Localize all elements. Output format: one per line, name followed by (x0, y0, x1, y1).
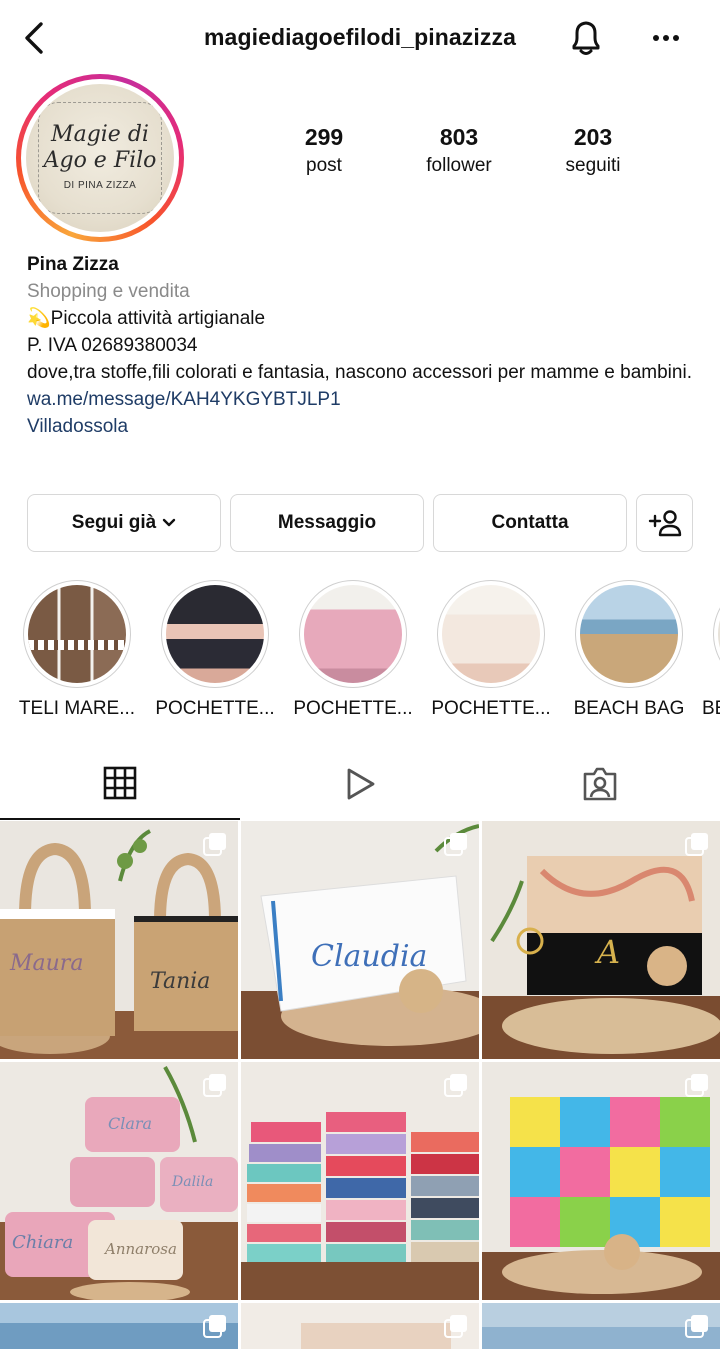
highlight-label: TELI MARE... (18, 698, 136, 719)
profile-tabs (0, 748, 720, 820)
message-button-label: Messaggio (277, 512, 377, 533)
post-thumbnail[interactable]: Claudia (241, 821, 479, 1059)
message-button[interactable]: Messaggio (230, 494, 424, 552)
stat-following[interactable]: 203 seguiti (528, 124, 658, 177)
bio-location[interactable]: Villadossola (27, 413, 707, 440)
contact-button[interactable]: Contatta (433, 494, 627, 552)
multiple-photos-icon (444, 1315, 467, 1338)
highlight-cover (580, 585, 678, 683)
profile-bio: Pina Zizza Shopping e vendita 💫Piccola a… (27, 251, 707, 440)
following-button-label: Segui già (71, 512, 157, 533)
stat-following-count: 203 (573, 124, 613, 150)
bio-line-1: 💫Piccola attività artigianale (27, 308, 266, 329)
highlight-label: BE (702, 698, 720, 719)
tab-grid[interactable] (0, 748, 240, 820)
post-caption-text: Maura (10, 951, 84, 976)
highlight-item[interactable]: POCHETTE... (283, 580, 423, 720)
highlight-item[interactable]: POCHETTE... (421, 580, 561, 720)
multiple-photos-icon (444, 1074, 467, 1097)
highlight-cover (166, 585, 264, 683)
post-caption-text: Annarosa (105, 1240, 177, 1258)
multiple-photos-icon (203, 1074, 226, 1097)
post-caption-text: Chiara (12, 1232, 74, 1253)
more-horizontal-icon (653, 35, 679, 41)
profile-category: Shopping e vendita (27, 281, 190, 302)
add-person-icon (648, 510, 681, 537)
top-bar: magiediagoefilodi_pinazizza (0, 0, 720, 78)
tab-tagged[interactable] (480, 748, 720, 820)
highlight-label: POCHETTE... (431, 698, 551, 719)
stat-posts-count: 299 (304, 124, 344, 150)
post-thumbnail[interactable]: A (482, 821, 720, 1059)
stat-posts-label: post (306, 155, 342, 176)
highlight-item[interactable]: BEACH BAG (559, 580, 699, 720)
highlight-ring (713, 580, 720, 688)
post-thumbnail[interactable] (482, 1062, 720, 1300)
post-caption-text: A (597, 933, 621, 971)
post-thumbnail[interactable] (0, 1303, 238, 1349)
multiple-photos-icon (685, 1074, 708, 1097)
stat-followers-count: 803 (439, 124, 479, 150)
stat-posts[interactable]: 299 post (259, 124, 389, 177)
highlight-cover (442, 585, 540, 683)
post-thumbnail[interactable]: Maura Tania (0, 821, 238, 1059)
bio-line-2: P. IVA 02689380034 (27, 335, 198, 356)
contact-button-label: Contatta (491, 512, 569, 533)
grid-icon (103, 766, 137, 800)
post-caption-text: Clara (108, 1114, 153, 1133)
multiple-photos-icon (203, 1315, 226, 1338)
suggested-people-button[interactable] (636, 494, 693, 552)
play-icon (347, 768, 375, 800)
following-button[interactable]: Segui già (27, 494, 221, 552)
post-thumbnail[interactable] (241, 1062, 479, 1300)
tab-reels[interactable] (240, 748, 480, 820)
post-caption-text: Claudia (311, 939, 428, 974)
highlight-ring (299, 580, 407, 688)
highlight-cover (28, 585, 126, 683)
bell-icon (572, 21, 600, 55)
multiple-photos-icon (203, 833, 226, 856)
post-thumbnail[interactable]: Clara Chiara Annarosa Dalila (0, 1062, 238, 1300)
post-caption-text: Dalila (172, 1174, 214, 1190)
multiple-photos-icon (685, 1315, 708, 1338)
highlight-item[interactable]: POCHETTE... (145, 580, 285, 720)
profile-stats: 299 post 803 follower 203 seguiti (0, 124, 720, 184)
profile-username: magiediagoefilodi_pinazizza (204, 24, 516, 50)
notifications-button[interactable] (564, 16, 608, 60)
multiple-photos-icon (444, 833, 467, 856)
highlight-item[interactable]: BE (697, 580, 720, 720)
post-caption-text: Tania (150, 969, 211, 994)
highlight-ring (161, 580, 269, 688)
highlight-label: POCHETTE... (293, 698, 413, 719)
story-highlights: TELI MARE... POCHETTE... POCHETTE... POC… (0, 580, 720, 725)
stat-followers-label: follower (426, 155, 492, 176)
highlight-label: BEACH BAG (573, 698, 685, 719)
highlight-ring (575, 580, 683, 688)
highlight-ring (23, 580, 131, 688)
tagged-person-icon (583, 767, 617, 801)
multiple-photos-icon (685, 833, 708, 856)
profile-name: Pina Zizza (27, 254, 119, 275)
chevron-down-icon (163, 518, 176, 527)
stat-following-label: seguiti (565, 155, 621, 176)
bio-link[interactable]: wa.me/message/KAH4YKGYBTJLP1 (27, 386, 707, 413)
post-thumbnail[interactable] (241, 1303, 479, 1349)
highlight-ring (437, 580, 545, 688)
back-button[interactable] (14, 18, 54, 58)
more-options-button[interactable] (644, 16, 688, 60)
highlight-cover (304, 585, 402, 683)
highlight-label: POCHETTE... (155, 698, 275, 719)
post-thumbnail[interactable] (482, 1303, 720, 1349)
highlight-item[interactable]: TELI MARE... (7, 580, 147, 720)
chevron-left-icon (25, 22, 43, 54)
bio-line-3: dove,tra stoffe,fili colorati e fantasia… (27, 362, 692, 383)
stat-followers[interactable]: 803 follower (394, 124, 524, 177)
